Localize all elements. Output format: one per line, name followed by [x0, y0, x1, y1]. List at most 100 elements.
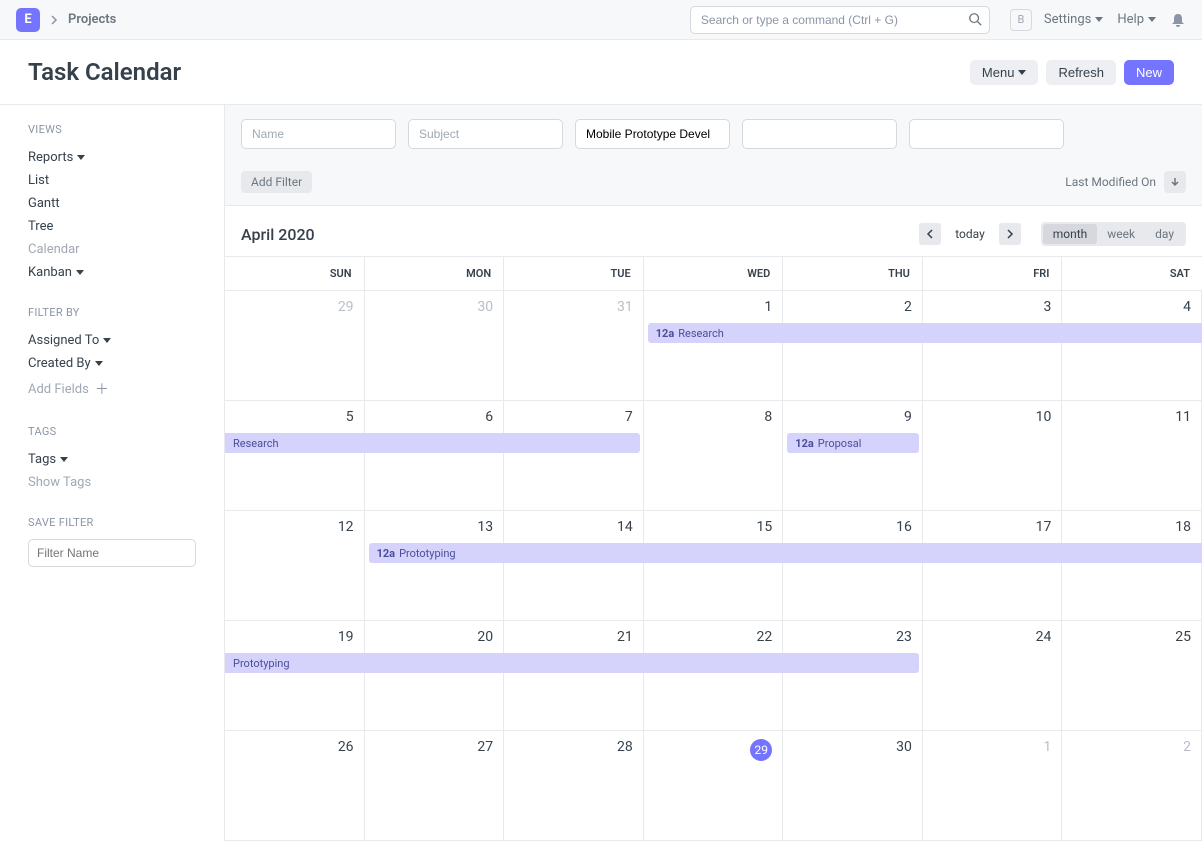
day-number: 23: [896, 629, 912, 645]
calendar-day[interactable]: 17: [923, 511, 1063, 620]
calendar-day[interactable]: 12: [225, 511, 365, 620]
app-logo[interactable]: E: [16, 8, 40, 32]
calendar-day[interactable]: 29: [225, 291, 365, 400]
calendar-event[interactable]: Research: [225, 433, 640, 453]
calendar-day[interactable]: 26: [225, 731, 365, 840]
day-number: 12: [338, 519, 354, 535]
calendar-day[interactable]: 25: [1062, 621, 1202, 730]
view-calendar[interactable]: Calendar: [28, 238, 196, 261]
view-kanban[interactable]: Kanban: [28, 261, 196, 284]
calendar-day[interactable]: 13: [365, 511, 505, 620]
calendar-day[interactable]: 2: [783, 291, 923, 400]
calendar-prev-button[interactable]: [919, 223, 941, 245]
view-day[interactable]: day: [1145, 224, 1184, 244]
calendar-view-switch: month week day: [1041, 222, 1186, 246]
calendar-day[interactable]: 3: [923, 291, 1063, 400]
day-number: 17: [1036, 519, 1052, 535]
caret-down-icon: [77, 155, 85, 160]
show-tags[interactable]: Show Tags: [28, 471, 196, 494]
calendar-day[interactable]: 28: [504, 731, 644, 840]
calendar-day[interactable]: 8: [644, 401, 784, 510]
calendar-day[interactable]: 10: [923, 401, 1063, 510]
settings-link[interactable]: Settings: [1044, 12, 1103, 27]
refresh-button[interactable]: Refresh: [1046, 60, 1116, 85]
filter-name-input[interactable]: [28, 539, 196, 567]
day-number: 13: [477, 519, 493, 535]
calendar-day[interactable]: 11: [1062, 401, 1202, 510]
filter-created-by[interactable]: Created By: [28, 352, 196, 375]
calendar-week: 262728 29 30 12: [225, 731, 1202, 841]
calendar-day[interactable]: 4: [1062, 291, 1202, 400]
calendar-event[interactable]: Prototyping: [225, 653, 919, 673]
day-number: 1: [1044, 739, 1052, 755]
calendar-day[interactable]: 9: [783, 401, 923, 510]
calendar-day[interactable]: 30: [365, 291, 505, 400]
filter-name-field[interactable]: [241, 119, 396, 149]
sort-direction-button[interactable]: [1164, 171, 1186, 193]
dow-header: FRI: [923, 257, 1063, 291]
day-number: 30: [477, 299, 493, 315]
new-button[interactable]: New: [1124, 60, 1174, 85]
day-number: 8: [764, 409, 772, 425]
calendar-day[interactable]: 24: [923, 621, 1063, 730]
calendar-day[interactable]: 1: [644, 291, 784, 400]
calendar-event[interactable]: 12aResearch: [648, 323, 1202, 343]
view-tree[interactable]: Tree: [28, 215, 196, 238]
help-label: Help: [1117, 12, 1144, 27]
event-title: Prototyping: [233, 657, 290, 670]
calendar-day[interactable]: 19: [225, 621, 365, 730]
chevron-right-icon: [1006, 229, 1014, 239]
calendar-day[interactable]: 5: [225, 401, 365, 510]
calendar-day[interactable]: 23: [783, 621, 923, 730]
bell-icon[interactable]: [1170, 12, 1186, 28]
chevron-left-icon: [926, 229, 934, 239]
add-filter-chip[interactable]: Add Filter: [241, 171, 312, 193]
day-number: 15: [757, 519, 773, 535]
filter-field-5[interactable]: [909, 119, 1064, 149]
add-fields[interactable]: Add Fields＋: [28, 375, 196, 403]
calendar-day[interactable]: 1: [923, 731, 1063, 840]
view-gantt[interactable]: Gantt: [28, 192, 196, 215]
tags-item[interactable]: Tags: [28, 448, 196, 471]
calendar-event[interactable]: 12aPrototyping: [369, 543, 1202, 563]
calendar-day[interactable]: 21: [504, 621, 644, 730]
calendar-day[interactable]: 6: [365, 401, 505, 510]
day-number: 29: [750, 739, 772, 761]
calendar-next-button[interactable]: [999, 223, 1021, 245]
filter-project-field[interactable]: [575, 119, 730, 149]
day-number: 1: [764, 299, 772, 315]
view-list[interactable]: List: [28, 169, 196, 192]
breadcrumb-projects[interactable]: Projects: [68, 12, 116, 27]
calendar-day[interactable]: 18: [1062, 511, 1202, 620]
search-icon[interactable]: [968, 12, 982, 26]
calendar-day[interactable]: 15: [644, 511, 784, 620]
day-number: 20: [477, 629, 493, 645]
calendar-day[interactable]: 30: [783, 731, 923, 840]
calendar-day[interactable]: 20: [365, 621, 505, 730]
calendar-day[interactable]: 14: [504, 511, 644, 620]
sort-label[interactable]: Last Modified On: [1065, 175, 1156, 189]
calendar-day[interactable]: 16: [783, 511, 923, 620]
calendar-day[interactable]: 31: [504, 291, 644, 400]
filter-subject-field[interactable]: [408, 119, 563, 149]
calendar-today-button[interactable]: today: [947, 224, 993, 244]
filter-field-4[interactable]: [742, 119, 897, 149]
calendar-day[interactable]: 22: [644, 621, 784, 730]
calendar-day[interactable]: 27: [365, 731, 505, 840]
calendar-day[interactable]: 2: [1062, 731, 1202, 840]
day-number: 19: [338, 629, 354, 645]
view-week[interactable]: week: [1097, 224, 1145, 244]
view-month[interactable]: month: [1043, 224, 1098, 244]
calendar-event[interactable]: 12aProposal: [787, 433, 919, 453]
search-input[interactable]: [690, 6, 990, 34]
help-link[interactable]: Help: [1117, 12, 1156, 27]
filter-assigned-to[interactable]: Assigned To: [28, 329, 196, 352]
calendar-day[interactable]: 29: [644, 731, 784, 840]
menu-button[interactable]: Menu: [970, 60, 1039, 85]
calendar-day[interactable]: 7: [504, 401, 644, 510]
view-reports[interactable]: Reports: [28, 146, 196, 169]
user-avatar[interactable]: B: [1010, 9, 1032, 31]
day-number: 7: [625, 409, 633, 425]
day-number: 16: [896, 519, 912, 535]
event-title: Research: [678, 327, 724, 340]
